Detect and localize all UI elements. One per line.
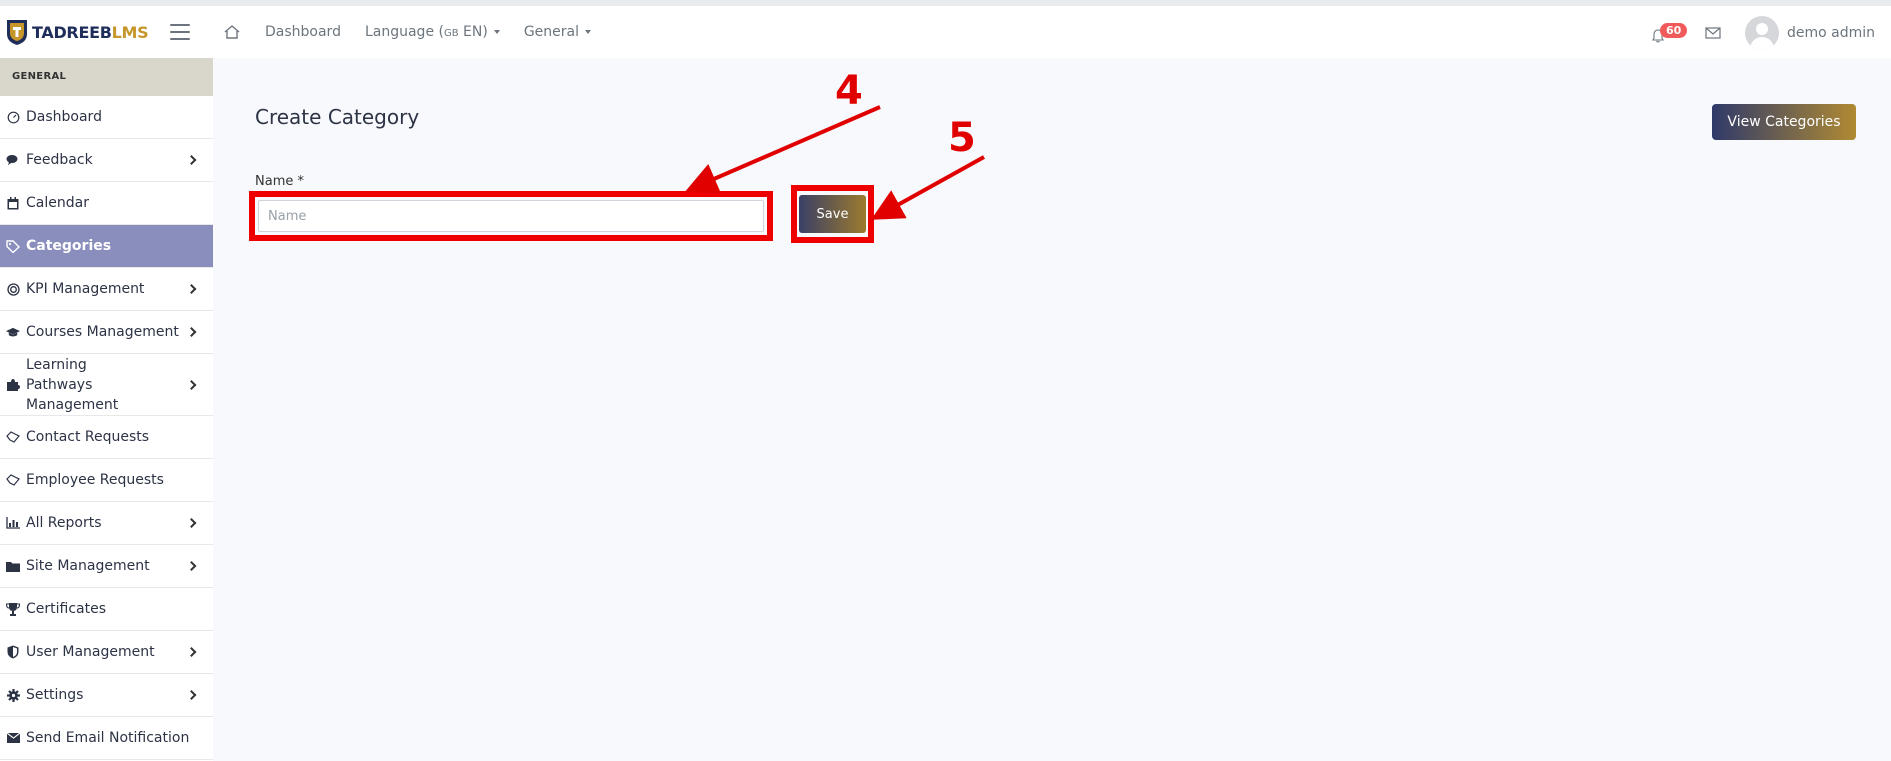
sidebar-item-dashboard[interactable]: Dashboard <box>0 96 213 139</box>
logo[interactable]: TADREEBLMS <box>0 18 165 46</box>
sidebar-item-label: User Management <box>26 644 155 660</box>
envelope-icon <box>6 731 20 745</box>
sidebar-item-site-management[interactable]: Site Management <box>0 545 213 588</box>
chevron-right-icon <box>186 518 197 528</box>
avatar[interactable] <box>1744 16 1779 50</box>
name-input[interactable] <box>258 200 764 232</box>
chevron-right-icon <box>186 379 197 390</box>
sidebar-item-learning-pathways[interactable]: Learning Pathways Management <box>0 354 213 416</box>
save-button[interactable]: Save <box>799 195 866 233</box>
sidebar-item-label: Categories <box>26 238 112 254</box>
chevron-right-icon <box>186 647 197 657</box>
main-content: Create Category View Categories Name * S… <box>213 58 1891 761</box>
sidebar-item-label: Certificates <box>26 601 107 617</box>
sidebar-item-label: Contact Requests <box>26 429 150 445</box>
sidebar-item-label: Employee Requests <box>26 472 164 488</box>
sidebar-item-calendar[interactable]: Calendar <box>0 182 213 225</box>
tags-icon <box>6 239 20 253</box>
shield-icon <box>6 645 20 659</box>
puzzle-icon <box>6 378 20 392</box>
nav-language-dropdown[interactable]: Language (GB EN) <box>365 24 500 40</box>
sidebar-item-certificates[interactable]: Certificates <box>0 588 213 631</box>
notification-count-badge: 60 <box>1659 23 1688 38</box>
chevron-right-icon <box>186 561 197 571</box>
sidebar-section-title: GENERAL <box>0 58 213 96</box>
sidebar-item-label: KPI Management <box>26 281 145 297</box>
sidebar-item-label: Settings <box>26 687 84 703</box>
sidebar-item-label: Feedback <box>26 152 93 168</box>
sidebar-item-settings[interactable]: Settings <box>0 674 213 717</box>
graduation-cap-icon <box>6 325 20 339</box>
calendar-icon <box>6 196 20 210</box>
sidebar-item-label: Site Management <box>26 558 150 574</box>
chevron-right-icon <box>186 155 197 165</box>
caret-down-icon <box>493 30 500 34</box>
nav-general-dropdown[interactable]: General <box>524 24 592 40</box>
sidebar-item-courses-management[interactable]: Courses Management <box>0 311 213 354</box>
chevron-right-icon <box>186 690 197 700</box>
gear-icon <box>6 688 20 702</box>
notifications-button[interactable]: 60 <box>1652 21 1688 45</box>
sidebar-item-user-management[interactable]: User Management <box>0 631 213 674</box>
page-title: Create Category <box>255 105 420 129</box>
name-field-label: Name * <box>255 174 304 189</box>
sidebar-item-categories[interactable]: Categories <box>0 225 213 268</box>
trophy-icon <box>6 602 20 616</box>
folder-icon <box>6 559 20 573</box>
sidebar-item-label: Courses Management <box>26 324 179 340</box>
sidebar-item-feedback[interactable]: Feedback <box>0 139 213 182</box>
top-navbar: TADREEBLMS Dashboard Language (GB EN) Ge… <box>0 0 1891 58</box>
caret-down-icon <box>585 30 592 34</box>
gauge-icon <box>6 110 20 124</box>
chevron-right-icon <box>186 284 197 294</box>
sidebar-item-kpi-management[interactable]: KPI Management <box>0 268 213 311</box>
menu-toggle-icon[interactable] <box>170 24 190 40</box>
sidebar-item-contact-requests[interactable]: Contact Requests <box>0 416 213 459</box>
sidebar: GENERAL Dashboard Feedback Calendar Cate… <box>0 58 213 761</box>
sidebar-item-label: Calendar <box>26 195 89 211</box>
user-name[interactable]: demo admin <box>1787 25 1875 41</box>
annotation-highlight-save: Save <box>791 185 874 243</box>
brand-name: TADREEBLMS <box>32 22 149 42</box>
sidebar-item-label: Learning Pathways Management <box>26 356 119 413</box>
handshake-icon <box>6 430 20 444</box>
sidebar-item-send-email-notification[interactable]: Send Email Notification <box>0 717 213 760</box>
sidebar-item-all-reports[interactable]: All Reports <box>0 502 213 545</box>
mail-icon[interactable] <box>1705 27 1721 39</box>
nav-dashboard[interactable]: Dashboard <box>265 24 341 40</box>
view-categories-button[interactable]: View Categories <box>1712 104 1856 140</box>
chart-icon <box>6 516 20 530</box>
chevron-right-icon <box>186 327 197 337</box>
sidebar-item-label: Dashboard <box>26 109 102 125</box>
annotation-highlight-name <box>249 191 773 241</box>
home-icon[interactable] <box>223 23 241 41</box>
comments-icon <box>6 153 20 167</box>
sidebar-item-employee-requests[interactable]: Employee Requests <box>0 459 213 502</box>
target-icon <box>6 282 20 296</box>
sidebar-item-label: All Reports <box>26 515 102 531</box>
handshake-icon <box>6 473 20 487</box>
shield-logo-icon <box>7 20 27 45</box>
sidebar-item-label: Send Email Notification <box>26 730 190 746</box>
